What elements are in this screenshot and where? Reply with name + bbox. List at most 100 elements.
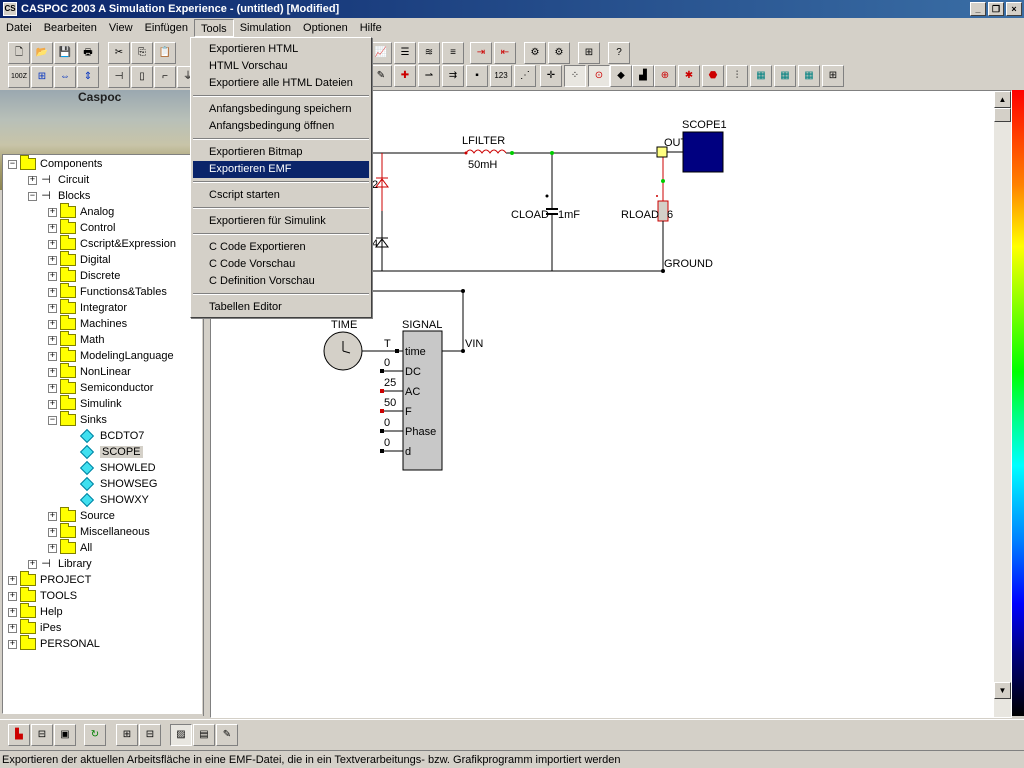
tree-item[interactable]: + PROJECT — [8, 571, 91, 588]
expand-icon[interactable]: + — [48, 255, 57, 265]
center-icon[interactable]: ⊕ — [654, 65, 676, 87]
expand-icon[interactable]: + — [48, 271, 57, 281]
tools-menu-item[interactable]: Exportieren HTML — [193, 41, 369, 58]
tools-menu-item[interactable]: C Definition Vorschau — [193, 273, 369, 290]
network-tool-icon[interactable]: ⊞ — [578, 42, 600, 64]
minimize-button[interactable]: _ — [970, 2, 986, 16]
tree-item[interactable]: SHOWXY — [68, 492, 149, 508]
parameter-icon[interactable]: ≡ — [442, 42, 464, 64]
resistor-icon[interactable]: ▯ — [131, 66, 153, 88]
tree-item[interactable]: + Integrator — [48, 299, 127, 316]
current-icon[interactable]: ⇀ — [418, 65, 440, 87]
print-icon[interactable]: 🖶 — [77, 42, 99, 64]
tree-item[interactable]: + Math — [48, 331, 104, 348]
close-button[interactable]: × — [1006, 2, 1022, 16]
collapse-icon[interactable]: − — [8, 159, 17, 169]
tree-item[interactable]: + Control — [48, 219, 115, 236]
tree-item[interactable]: − Components — [8, 155, 102, 172]
voltage-icon[interactable]: ✚ — [394, 65, 416, 87]
scope-tool-icon[interactable]: 📈 — [370, 42, 392, 64]
tree-item[interactable]: + ⊣ Circuit — [28, 172, 89, 188]
refresh-icon[interactable]: ↻ — [84, 724, 106, 746]
expand-icon[interactable]: + — [48, 511, 57, 521]
menu-simulation[interactable]: Simulation — [234, 19, 297, 37]
xy-tool-icon[interactable]: ⋰ — [514, 65, 536, 87]
expand-icon[interactable]: + — [48, 239, 57, 249]
block-tool-icon[interactable]: ▪ — [466, 65, 488, 87]
tree-item[interactable]: + Semiconductor — [48, 379, 153, 396]
table-icon[interactable]: ⊞ — [822, 65, 844, 87]
stop-icon[interactable]: ⬣ — [702, 65, 724, 87]
tree-item[interactable]: + TOOLS — [8, 587, 77, 604]
expand-icon[interactable]: + — [48, 207, 57, 217]
chip-c-icon[interactable]: ▦ — [798, 65, 820, 87]
probe-icon[interactable]: ✎ — [370, 65, 392, 87]
zoom-100-icon[interactable]: 100Z — [8, 66, 30, 88]
node-icon[interactable]: ⌐ — [154, 66, 176, 88]
paste-icon[interactable]: 📋 — [154, 42, 176, 64]
grid-icon[interactable]: ⁘ — [564, 65, 586, 87]
collapse-icon[interactable]: − — [48, 415, 57, 425]
tools-menu-item[interactable]: Cscript starten — [193, 187, 369, 204]
open-folder-icon[interactable]: 📂 — [31, 42, 53, 64]
help-icon[interactable]: ? — [608, 42, 630, 64]
wave-list-icon[interactable]: ≋ — [418, 42, 440, 64]
tools-menu-item[interactable]: Anfangsbedingung öffnen — [193, 118, 369, 135]
arrow-tool-icon[interactable]: ⇉ — [442, 65, 464, 87]
expand-icon[interactable]: + — [48, 383, 57, 393]
tree-item[interactable]: + Source — [48, 507, 115, 524]
chip-a-icon[interactable]: ▦ — [750, 65, 772, 87]
expand-icon[interactable]: + — [48, 335, 57, 345]
save-icon[interactable]: 💾 — [54, 42, 76, 64]
expand-icon[interactable]: + — [48, 319, 57, 329]
tools-menu-item[interactable]: Tabellen Editor — [193, 299, 369, 316]
paint-icon[interactable]: ✎ — [216, 724, 238, 746]
tree-item[interactable]: + Miscellaneous — [48, 523, 150, 540]
tools-menu-item[interactable]: Exportieren für Simulink — [193, 213, 369, 230]
zoom-height-icon[interactable]: ⇕ — [77, 66, 99, 88]
fill-icon[interactable]: ◆ — [610, 65, 632, 87]
tools-menu-item[interactable]: Exportieren EMF — [193, 161, 369, 178]
tree-item[interactable]: + Analog — [48, 203, 114, 220]
tools-menu-item[interactable]: C Code Vorschau — [193, 256, 369, 273]
component-edit-icon[interactable]: ⚙ — [524, 42, 546, 64]
zoom-fit-icon[interactable]: ⊞ — [31, 66, 53, 88]
tree-item[interactable]: + ⊣ Library — [28, 556, 92, 572]
tree-item[interactable]: + Digital — [48, 251, 111, 268]
tree-item[interactable]: + Help — [8, 603, 63, 620]
expand-icon[interactable]: + — [8, 607, 17, 617]
clock-icon[interactable]: ⊙ — [588, 65, 610, 87]
expand-icon[interactable]: + — [48, 543, 57, 553]
tree-item[interactable]: + Cscript&Expression — [48, 235, 176, 252]
tools-menu-item[interactable]: C Code Exportieren — [193, 239, 369, 256]
expand-icon[interactable]: + — [48, 287, 57, 297]
folder-image-icon[interactable]: ▤ — [193, 724, 215, 746]
signal-port-pin[interactable] — [395, 349, 399, 353]
tree-item[interactable]: + iPes — [8, 619, 61, 636]
expand-icon[interactable]: + — [8, 575, 17, 585]
expand-icon[interactable]: + — [48, 303, 57, 313]
cursor-cross-icon[interactable]: ✛ — [540, 65, 562, 87]
menu-einfuegen[interactable]: Einfügen — [139, 19, 194, 37]
chip-icon[interactable]: ▣ — [54, 724, 76, 746]
tree-item[interactable]: − ⊣ Blocks — [28, 188, 90, 204]
network-icon[interactable]: ⊞ — [116, 724, 138, 746]
tree-item[interactable]: + Discrete — [48, 267, 120, 284]
signal-port-pin[interactable] — [380, 429, 384, 433]
expand-icon[interactable]: + — [8, 591, 17, 601]
signal-port-pin[interactable] — [380, 369, 384, 373]
table-list-icon[interactable]: ⫶ — [726, 65, 748, 87]
tree-item[interactable]: SHOWSEG — [68, 476, 157, 492]
expand-icon[interactable]: + — [28, 175, 37, 185]
tree-item[interactable]: SHOWLED — [68, 460, 156, 476]
component-props-icon[interactable]: ⚙ — [548, 42, 570, 64]
signal-port-pin[interactable] — [380, 409, 384, 413]
menu-view[interactable]: View — [103, 19, 139, 37]
image-icon[interactable]: ▨ — [170, 724, 192, 746]
menu-optionen[interactable]: Optionen — [297, 19, 354, 37]
menu-bearbeiten[interactable]: Bearbeiten — [38, 19, 103, 37]
blocks-icon[interactable]: ⊟ — [31, 724, 53, 746]
tree-item[interactable]: BCDTO7 — [68, 428, 144, 444]
counter-icon[interactable]: 123 — [490, 65, 512, 87]
expand-icon[interactable]: + — [28, 559, 37, 569]
